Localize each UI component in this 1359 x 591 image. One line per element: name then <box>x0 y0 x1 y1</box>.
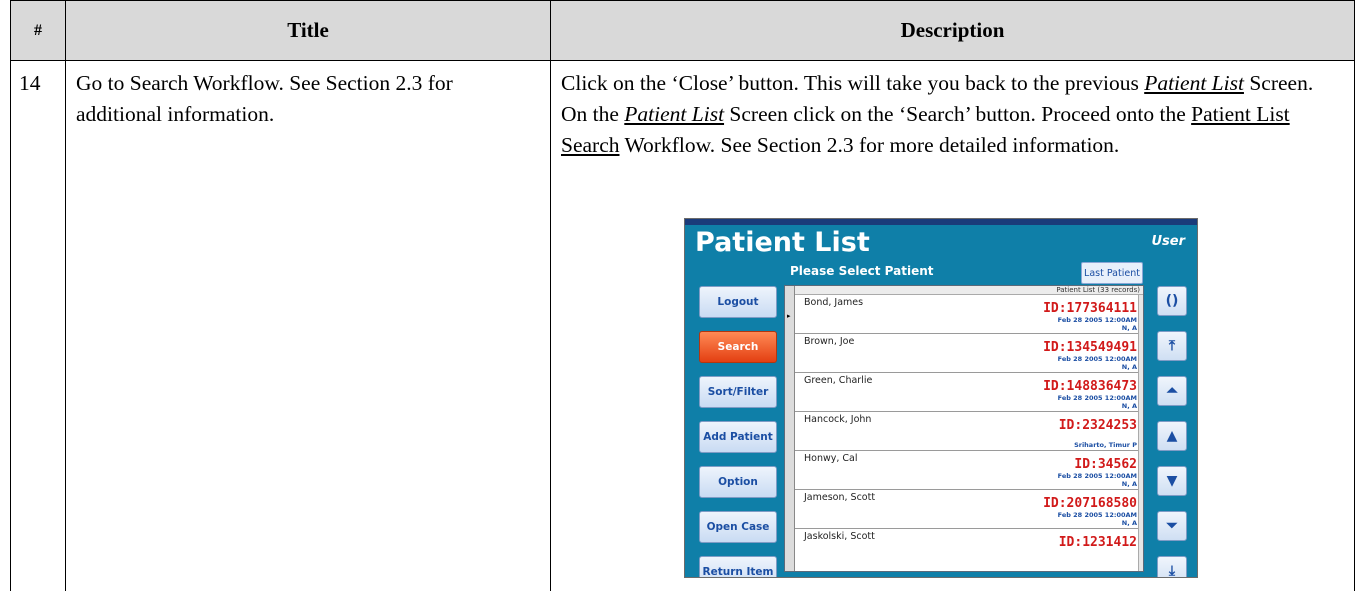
last-patient-button[interactable]: Last Patient <box>1081 262 1143 284</box>
patient-date: Feb 28 2005 12:00AM <box>1057 394 1137 402</box>
desc-text-3: Screen click on the ‘Search’ button. Pro… <box>724 102 1192 126</box>
search-button[interactable]: Search <box>699 331 777 363</box>
patient-sub: Sriharto, Timur P <box>1074 441 1137 449</box>
add-patient-button[interactable]: Add Patient <box>699 421 777 453</box>
patient-name: Jameson, Scott <box>804 492 876 503</box>
header-title: Title <box>65 0 551 61</box>
patient-row[interactable]: Brown, Joe ID:134549491 Feb 28 2005 12:0… <box>795 334 1143 373</box>
last-page-icon[interactable]: ⤓ <box>1157 556 1187 577</box>
row-number-cell: 14 <box>10 60 66 591</box>
desc-patient-list-1: Patient List <box>1144 71 1244 95</box>
patient-row[interactable]: Honwy, Cal ID:34562 Feb 28 2005 12:00AM … <box>795 451 1143 490</box>
line-down-icon[interactable]: ▼ <box>1157 466 1187 496</box>
patient-sub: N, A <box>1121 363 1137 371</box>
refresh-icon[interactable]: () <box>1157 286 1187 316</box>
desc-patient-list-2: Patient List <box>624 102 725 126</box>
user-label: User <box>1151 234 1185 249</box>
patient-id: ID:148836473 <box>1043 379 1137 394</box>
open-case-button[interactable]: Open Case <box>699 511 777 543</box>
patient-row[interactable]: Jaskolski, Scott ID:1231412 <box>795 529 1143 568</box>
patient-id: ID:207168580 <box>1043 496 1137 511</box>
header-number: # <box>10 0 66 61</box>
option-button[interactable]: Option <box>699 466 777 498</box>
desc-text-1: Click on the ‘Close’ button. This will t… <box>561 71 1145 95</box>
patient-row[interactable]: Bond, James ID:177364111 Feb 28 2005 12:… <box>795 295 1143 334</box>
row-number: 14 <box>19 71 41 95</box>
patient-row[interactable]: Green, Charlie ID:148836473 Feb 28 2005 … <box>795 373 1143 412</box>
row-selector-column <box>785 286 795 571</box>
patient-name: Brown, Joe <box>804 336 855 347</box>
line-up-icon[interactable]: ▲ <box>1157 421 1187 451</box>
patient-name: Honwy, Cal <box>804 453 858 464</box>
patient-id: ID:134549491 <box>1043 340 1137 355</box>
window-titlebar <box>685 219 1197 225</box>
sort-filter-button[interactable]: Sort/Filter <box>699 376 777 408</box>
patient-name: Bond, James <box>804 297 864 308</box>
patient-sub: N, A <box>1121 480 1137 488</box>
patient-sub: N, A <box>1121 519 1137 527</box>
patient-date: Feb 28 2005 12:00AM <box>1057 316 1137 324</box>
patient-date: Feb 28 2005 12:00AM <box>1057 472 1137 480</box>
patient-row[interactable]: Hancock, John ID:2324253 Sriharto, Timur… <box>795 412 1143 451</box>
row-title: Go to Search Workflow. See Section 2.3 f… <box>76 71 453 126</box>
return-item-button[interactable]: Return Item <box>699 556 777 577</box>
patient-date: Feb 28 2005 12:00AM <box>1057 355 1137 363</box>
patient-id: ID:177364111 <box>1043 301 1137 316</box>
patient-list-screenshot: Patient List User Please Select Patient … <box>684 218 1198 578</box>
row-title-cell: Go to Search Workflow. See Section 2.3 f… <box>65 60 551 591</box>
first-page-icon[interactable]: ⤒ <box>1157 331 1187 361</box>
desc-text-4: Workflow. See Section 2.3 for more detai… <box>619 133 1120 157</box>
page-up-icon[interactable]: ⏶ <box>1157 376 1187 406</box>
patient-list[interactable]: ▸ Patient List (33 records) Bond, James … <box>784 285 1144 572</box>
patient-row[interactable]: Jameson, Scott ID:207168580 Feb 28 2005 … <box>795 490 1143 529</box>
screen-title: Patient List <box>695 227 870 258</box>
patient-date: Feb 28 2005 12:00AM <box>1057 511 1137 519</box>
header-description: Description <box>550 0 1355 61</box>
list-header: Patient List (33 records) <box>795 286 1143 295</box>
logout-button[interactable]: Logout <box>699 286 777 318</box>
current-row-icon: ▸ <box>787 312 791 320</box>
patient-name: Green, Charlie <box>804 375 873 386</box>
screen-subtitle: Please Select Patient <box>790 264 934 278</box>
patient-id: ID:34562 <box>1074 457 1137 472</box>
patient-id: ID:2324253 <box>1058 418 1137 433</box>
page-down-icon[interactable]: ⏷ <box>1157 511 1187 541</box>
row-description: Click on the ‘Close’ button. This will t… <box>551 60 1354 161</box>
patient-id: ID:1231412 <box>1058 535 1137 550</box>
patient-sub: N, A <box>1121 324 1137 332</box>
patient-name: Hancock, John <box>804 414 872 425</box>
patient-name: Jaskolski, Scott <box>804 531 875 542</box>
list-scrollbar[interactable] <box>1138 295 1143 571</box>
patient-sub: N, A <box>1121 402 1137 410</box>
